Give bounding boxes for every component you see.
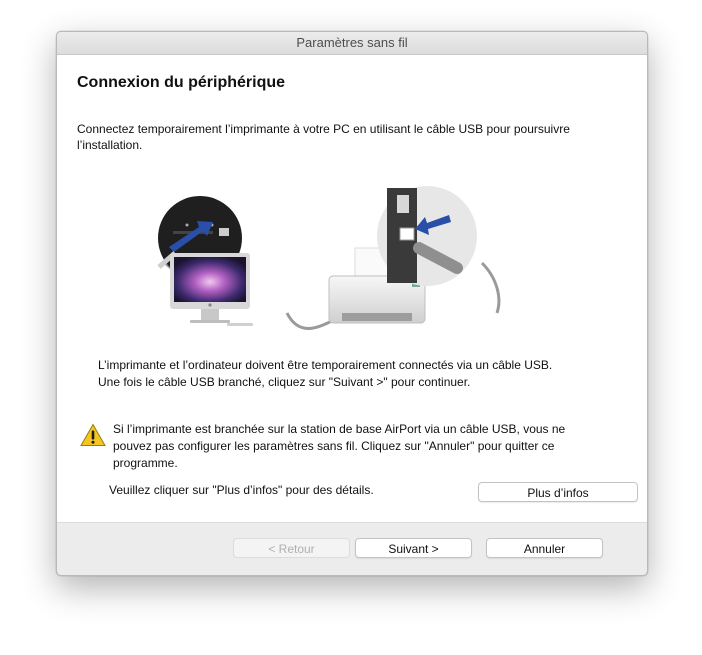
usb-connection-illustration (157, 186, 501, 330)
next-button[interactable]: Suivant > (355, 538, 472, 558)
warning-triangle-icon (80, 423, 106, 446)
cancel-button[interactable]: Annuler (486, 538, 603, 558)
window-title: Paramètres sans fil (57, 32, 647, 55)
details-hint: Veuillez cliquer sur "Plus d’infos" pour… (109, 483, 374, 497)
instructions: L’imprimante et l’ordinateur doivent êtr… (98, 357, 618, 391)
more-info-button[interactable]: Plus d’infos (478, 482, 638, 502)
page-heading: Connexion du périphérique (77, 74, 286, 91)
instruction-line-1: L’imprimante et l’ordinateur doivent êtr… (98, 358, 553, 372)
instruction-line-2: Une fois le câble USB branché, cliquez s… (98, 375, 471, 389)
dialog-window: Paramètres sans fil Connexion du périphé… (56, 31, 648, 576)
back-button[interactable]: < Retour (233, 538, 350, 558)
printer-port-zoom-icon (377, 186, 477, 286)
warning-text: Si l’imprimante est branchée sur la stat… (113, 422, 566, 470)
imac-computer-icon (170, 253, 253, 326)
intro-text: Connectez temporairement l’imprimante à … (77, 122, 570, 152)
content-area: Connexion du périphérique Connectez temp… (57, 55, 647, 523)
